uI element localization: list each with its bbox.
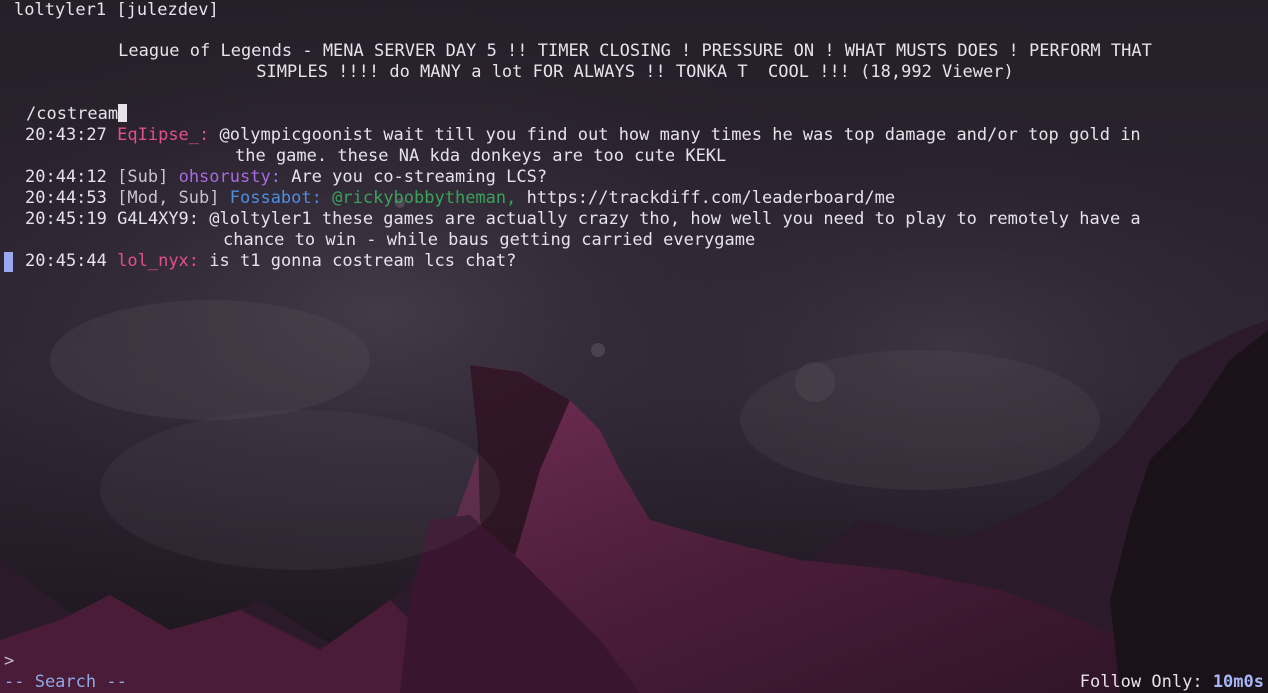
chat-message[interactable]: 20:44:12 [Sub] ohsorusty: Are you co-str… bbox=[25, 167, 547, 188]
message-mention[interactable]: @rickybobbytheman, bbox=[332, 188, 516, 208]
follow-only-status: Follow Only: 10m0s bbox=[1080, 672, 1264, 693]
chat-message-selected[interactable]: 20:45:44 lol_nyx: is t1 gonna costream l… bbox=[25, 251, 516, 272]
search-input[interactable]: /costream bbox=[26, 104, 128, 125]
mode-indicator: -- Search -- bbox=[4, 672, 127, 692]
message-text: @loltyler1 these games are actually craz… bbox=[209, 209, 1141, 229]
message-text: @olympicgoonist wait till you find out h… bbox=[219, 125, 1141, 145]
username-colon: : bbox=[199, 125, 210, 145]
message-username[interactable]: ohsorusty bbox=[179, 167, 271, 187]
block-cursor-icon bbox=[118, 104, 128, 122]
message-badges: [Mod, Sub] bbox=[117, 188, 220, 208]
message-time: 20:45:44 bbox=[25, 251, 107, 271]
message-time: 20:45:19 bbox=[25, 209, 107, 229]
username-colon: : bbox=[188, 209, 200, 229]
stream-title-line-2: SIMPLES !!!! do MANY a lot FOR ALWAYS !!… bbox=[256, 62, 1014, 82]
input-prompt[interactable]: > bbox=[4, 651, 14, 672]
message-continuation: chance to win - while baus getting carri… bbox=[223, 230, 756, 250]
message-username[interactable]: lol_nyx bbox=[117, 251, 189, 271]
follow-only-label: Follow Only: bbox=[1079, 672, 1203, 692]
username-colon: : bbox=[270, 167, 281, 187]
username-colon: : bbox=[311, 188, 322, 208]
message-text: Are you co-streaming LCS? bbox=[291, 167, 548, 187]
message-username[interactable]: G4L4XY9 bbox=[117, 209, 189, 229]
stream-title-line-1: League of Legends - MENA SERVER DAY 5 !!… bbox=[118, 41, 1152, 61]
chat-message[interactable]: 20:44:53 [Mod, Sub] Fossabot: @rickybobb… bbox=[25, 188, 895, 209]
message-username[interactable]: Fossabot bbox=[230, 188, 312, 208]
message-username[interactable]: EqIipse_ bbox=[117, 125, 199, 145]
stream-title: League of Legends - MENA SERVER DAY 5 !!… bbox=[60, 41, 1210, 83]
message-time: 20:44:53 bbox=[25, 188, 107, 208]
window-title: loltyler1 [julezdev] bbox=[14, 0, 219, 20]
message-time: 20:44:12 bbox=[25, 167, 107, 187]
chat-message[interactable]: 20:43:27 EqIipse_: @olympicgoonist wait … bbox=[25, 125, 1141, 146]
terminal-chat-window: loltyler1 [julezdev] League of Legends -… bbox=[0, 0, 1268, 693]
message-continuation: the game. these NA kda donkeys are too c… bbox=[235, 146, 727, 166]
username-colon: : bbox=[188, 251, 200, 271]
message-badges: [Sub] bbox=[117, 167, 169, 187]
message-link[interactable]: https://trackdiff.com/leaderboard/me bbox=[527, 188, 895, 208]
message-text: is t1 gonna costream lcs chat? bbox=[209, 251, 517, 271]
selection-marker-icon bbox=[4, 252, 13, 272]
chat-message[interactable]: 20:45:19 G4L4XY9: @loltyler1 these games… bbox=[25, 209, 1141, 230]
search-query: /costream bbox=[26, 104, 119, 124]
follow-only-value: 10m0s bbox=[1212, 672, 1264, 692]
message-time: 20:43:27 bbox=[25, 125, 107, 145]
